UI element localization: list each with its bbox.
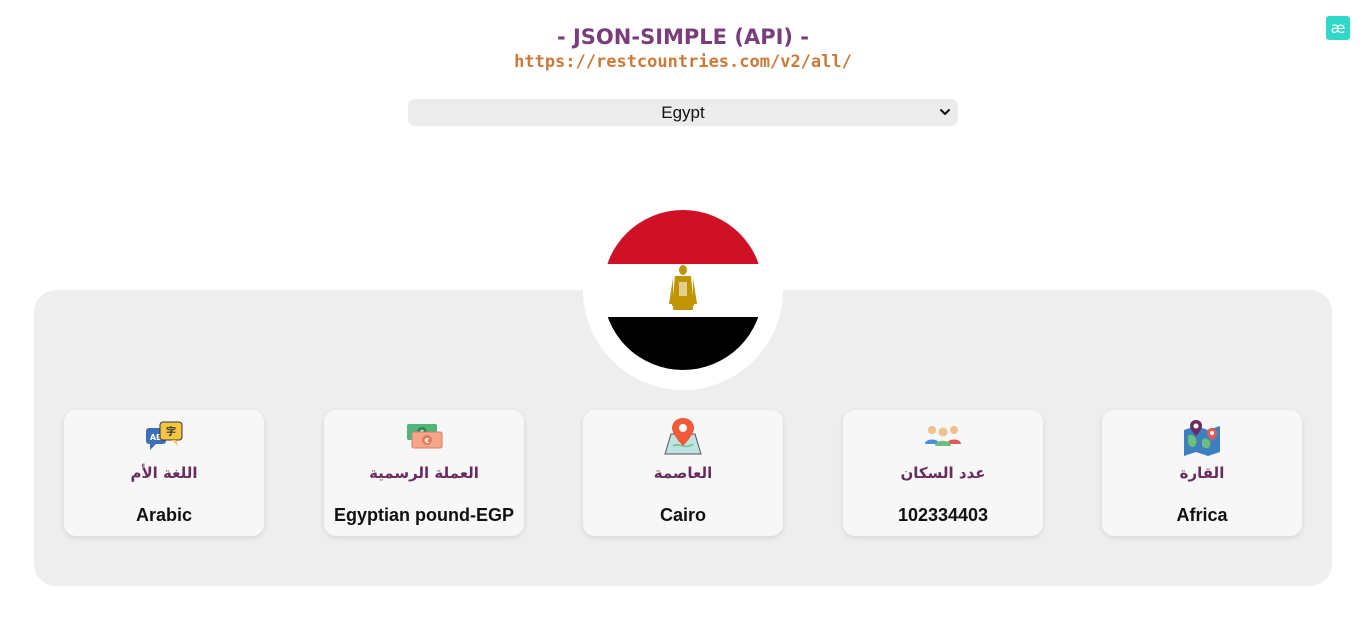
language-chat-icon: AB 字 <box>146 421 183 450</box>
card-population: عدد السكان 102334403 <box>843 410 1043 536</box>
svg-text:€: € <box>424 437 430 445</box>
api-url-link[interactable]: https://restcountries.com/v2/all/ <box>0 51 1366 73</box>
card-language-label: اللغة الأم <box>130 464 198 482</box>
money-icon: $ € <box>407 424 443 449</box>
country-select-value: Egypt <box>661 103 705 122</box>
map-pin-icon <box>664 418 702 455</box>
card-language: AB 字 اللغة الأم Arabic <box>64 410 264 536</box>
people-icon <box>925 426 961 446</box>
card-continent-label: القارة <box>1179 464 1225 482</box>
chevron-down-icon <box>940 109 950 115</box>
card-language-value: Arabic <box>135 505 193 525</box>
page: æ - JSON-SIMPLE (API) - https://restcoun… <box>0 0 1366 624</box>
card-capital-value: Cairo <box>659 505 706 525</box>
card-capital-label: العاصمة <box>653 464 713 482</box>
card-currency-label: العملة الرسمية <box>369 464 479 482</box>
card-currency: $ € العملة الرسمية Egyptian pound-EGP <box>324 410 524 536</box>
card-continent: القارة Africa <box>1102 410 1302 536</box>
card-population-label: عدد السكان <box>900 464 986 482</box>
svg-text:字: 字 <box>166 425 176 438</box>
page-title: - JSON-SIMPLE (API) - <box>556 25 810 49</box>
country-flag-image <box>603 210 763 370</box>
card-capital: العاصمة Cairo <box>583 410 783 536</box>
continent-map-icon <box>1184 420 1220 456</box>
card-continent-value: Africa <box>1176 505 1228 525</box>
card-population-value: 102334403 <box>897 505 989 525</box>
country-select[interactable]: Egypt <box>408 99 958 126</box>
card-currency-value: Egyptian pound-EGP <box>334 505 514 525</box>
